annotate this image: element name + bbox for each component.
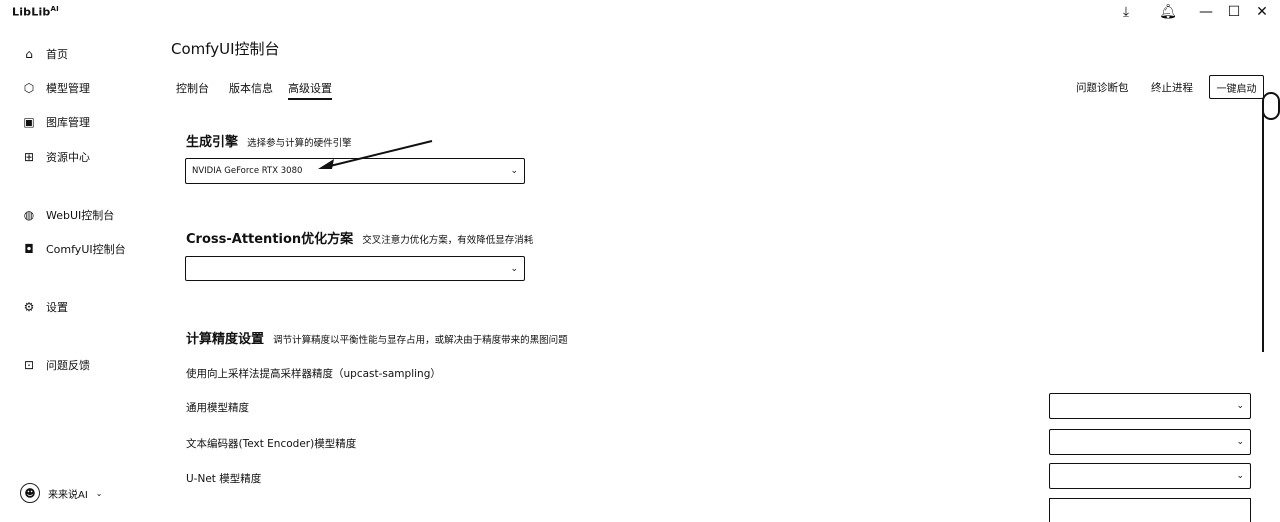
sidebar-item-label: 图库管理 — [46, 116, 90, 129]
grid-icon: ⊞ — [23, 150, 35, 164]
attention-desc: 交叉注意力优化方案，有效降低显存消耗 — [362, 235, 534, 246]
chevron-down-icon: ⌄ — [1236, 471, 1244, 481]
sidebar-item-label: 模型管理 — [46, 82, 90, 95]
feedback-icon: ⊡ — [23, 358, 35, 372]
sidebar-item-gallery[interactable]: ▣ 图库管理 — [22, 114, 90, 130]
sidebar-item-feedback[interactable]: ⊡ 问题反馈 — [22, 357, 90, 373]
logo-text: LibLib — [12, 5, 51, 19]
page-title: ComfyUI控制台 — [171, 40, 280, 58]
palette-icon: ◍ — [23, 208, 35, 222]
user-name: 来来说AI — [48, 489, 88, 501]
attention-select[interactable]: ⌄ — [185, 256, 525, 281]
user-menu[interactable]: ☻ 来来说AI ⌄ — [20, 483, 103, 503]
sidebar-item-settings[interactable]: ⚙ 设置 — [22, 299, 68, 315]
launch-button[interactable]: 一键启动 — [1209, 75, 1264, 99]
app-logo: LibLibAI — [12, 5, 59, 19]
diagnose-button[interactable]: 问题诊断包 — [1076, 80, 1129, 95]
sidebar-item-label: WebUI控制台 — [46, 209, 115, 222]
sidebar-item-resources[interactable]: ⊞ 资源中心 — [22, 149, 90, 165]
sidebar-item-comfyui[interactable]: ◘ ComfyUI控制台 — [22, 241, 126, 257]
stop-process-button[interactable]: 终止进程 — [1151, 80, 1193, 95]
sidebar-item-webui[interactable]: ◍ WebUI控制台 — [22, 207, 115, 223]
console-icon: ◘ — [24, 242, 34, 256]
next-select-partial[interactable] — [1049, 498, 1251, 522]
chevron-down-icon: ⌄ — [510, 263, 518, 274]
chevron-down-icon: ⌄ — [510, 166, 518, 176]
gear-icon: ⚙ — [23, 300, 35, 314]
precision-title: 计算精度设置 — [186, 332, 265, 347]
maximize-button[interactable]: ☐ — [1222, 2, 1246, 22]
attention-section-header: Cross-Attention优化方案 交叉注意力优化方案，有效降低显存消耗 — [186, 228, 533, 247]
avatar: ☻ — [20, 483, 40, 503]
annotation-arrow — [318, 140, 433, 169]
sidebar-item-label: ComfyUI控制台 — [46, 243, 126, 256]
close-button[interactable]: ✕ — [1250, 2, 1274, 22]
unet-precision-label: U-Net 模型精度 — [186, 473, 262, 485]
tab-console[interactable]: 控制台 — [176, 80, 209, 100]
scrollbar-handle[interactable] — [1262, 92, 1280, 120]
attention-title: Cross-Attention优化方案 — [186, 232, 354, 247]
text-encoder-precision-label: 文本编码器(Text Encoder)模型精度 — [186, 438, 357, 450]
home-icon: ⌂ — [25, 47, 33, 61]
tab-version[interactable]: 版本信息 — [229, 80, 273, 100]
chevron-down-icon: ⌄ — [1236, 437, 1244, 447]
engine-title: 生成引擎 — [186, 135, 239, 150]
bell-icon[interactable]: 🔔︎ — [1156, 2, 1180, 22]
sidebar-item-label: 首页 — [46, 48, 68, 61]
upcast-sampling-label: 使用向上采样法提高采样器精度（upcast-sampling） — [186, 368, 441, 380]
sidebar-item-label: 问题反馈 — [46, 359, 90, 372]
sidebar-item-models[interactable]: ⬡ 模型管理 — [22, 80, 90, 96]
chevron-down-icon: ⌄ — [95, 488, 103, 498]
tab-advanced[interactable]: 高级设置 — [288, 80, 332, 100]
sidebar-item-label: 设置 — [46, 301, 68, 314]
precision-desc: 调节计算精度以平衡性能与显存占用，或解决由于精度带来的黑图问题 — [273, 335, 568, 346]
minimize-button[interactable]: — — [1194, 2, 1218, 22]
model-icon: ⬡ — [23, 81, 35, 95]
download-icon[interactable]: ⤓ — [1114, 2, 1138, 22]
general-precision-label: 通用模型精度 — [186, 402, 249, 414]
general-precision-select[interactable]: ⌄ — [1049, 393, 1251, 419]
gallery-icon: ▣ — [23, 115, 35, 129]
text-encoder-precision-select[interactable]: ⌄ — [1049, 429, 1251, 455]
sidebar-item-home[interactable]: ⌂ 首页 — [22, 46, 68, 62]
logo-sup: AI — [50, 5, 59, 13]
sidebar-item-label: 资源中心 — [46, 151, 90, 164]
chevron-down-icon: ⌄ — [1236, 401, 1244, 411]
scrollbar-track[interactable] — [1262, 106, 1264, 352]
unet-precision-select[interactable]: ⌄ — [1049, 463, 1251, 489]
precision-section-header: 计算精度设置 调节计算精度以平衡性能与显存占用，或解决由于精度带来的黑图问题 — [186, 328, 568, 347]
